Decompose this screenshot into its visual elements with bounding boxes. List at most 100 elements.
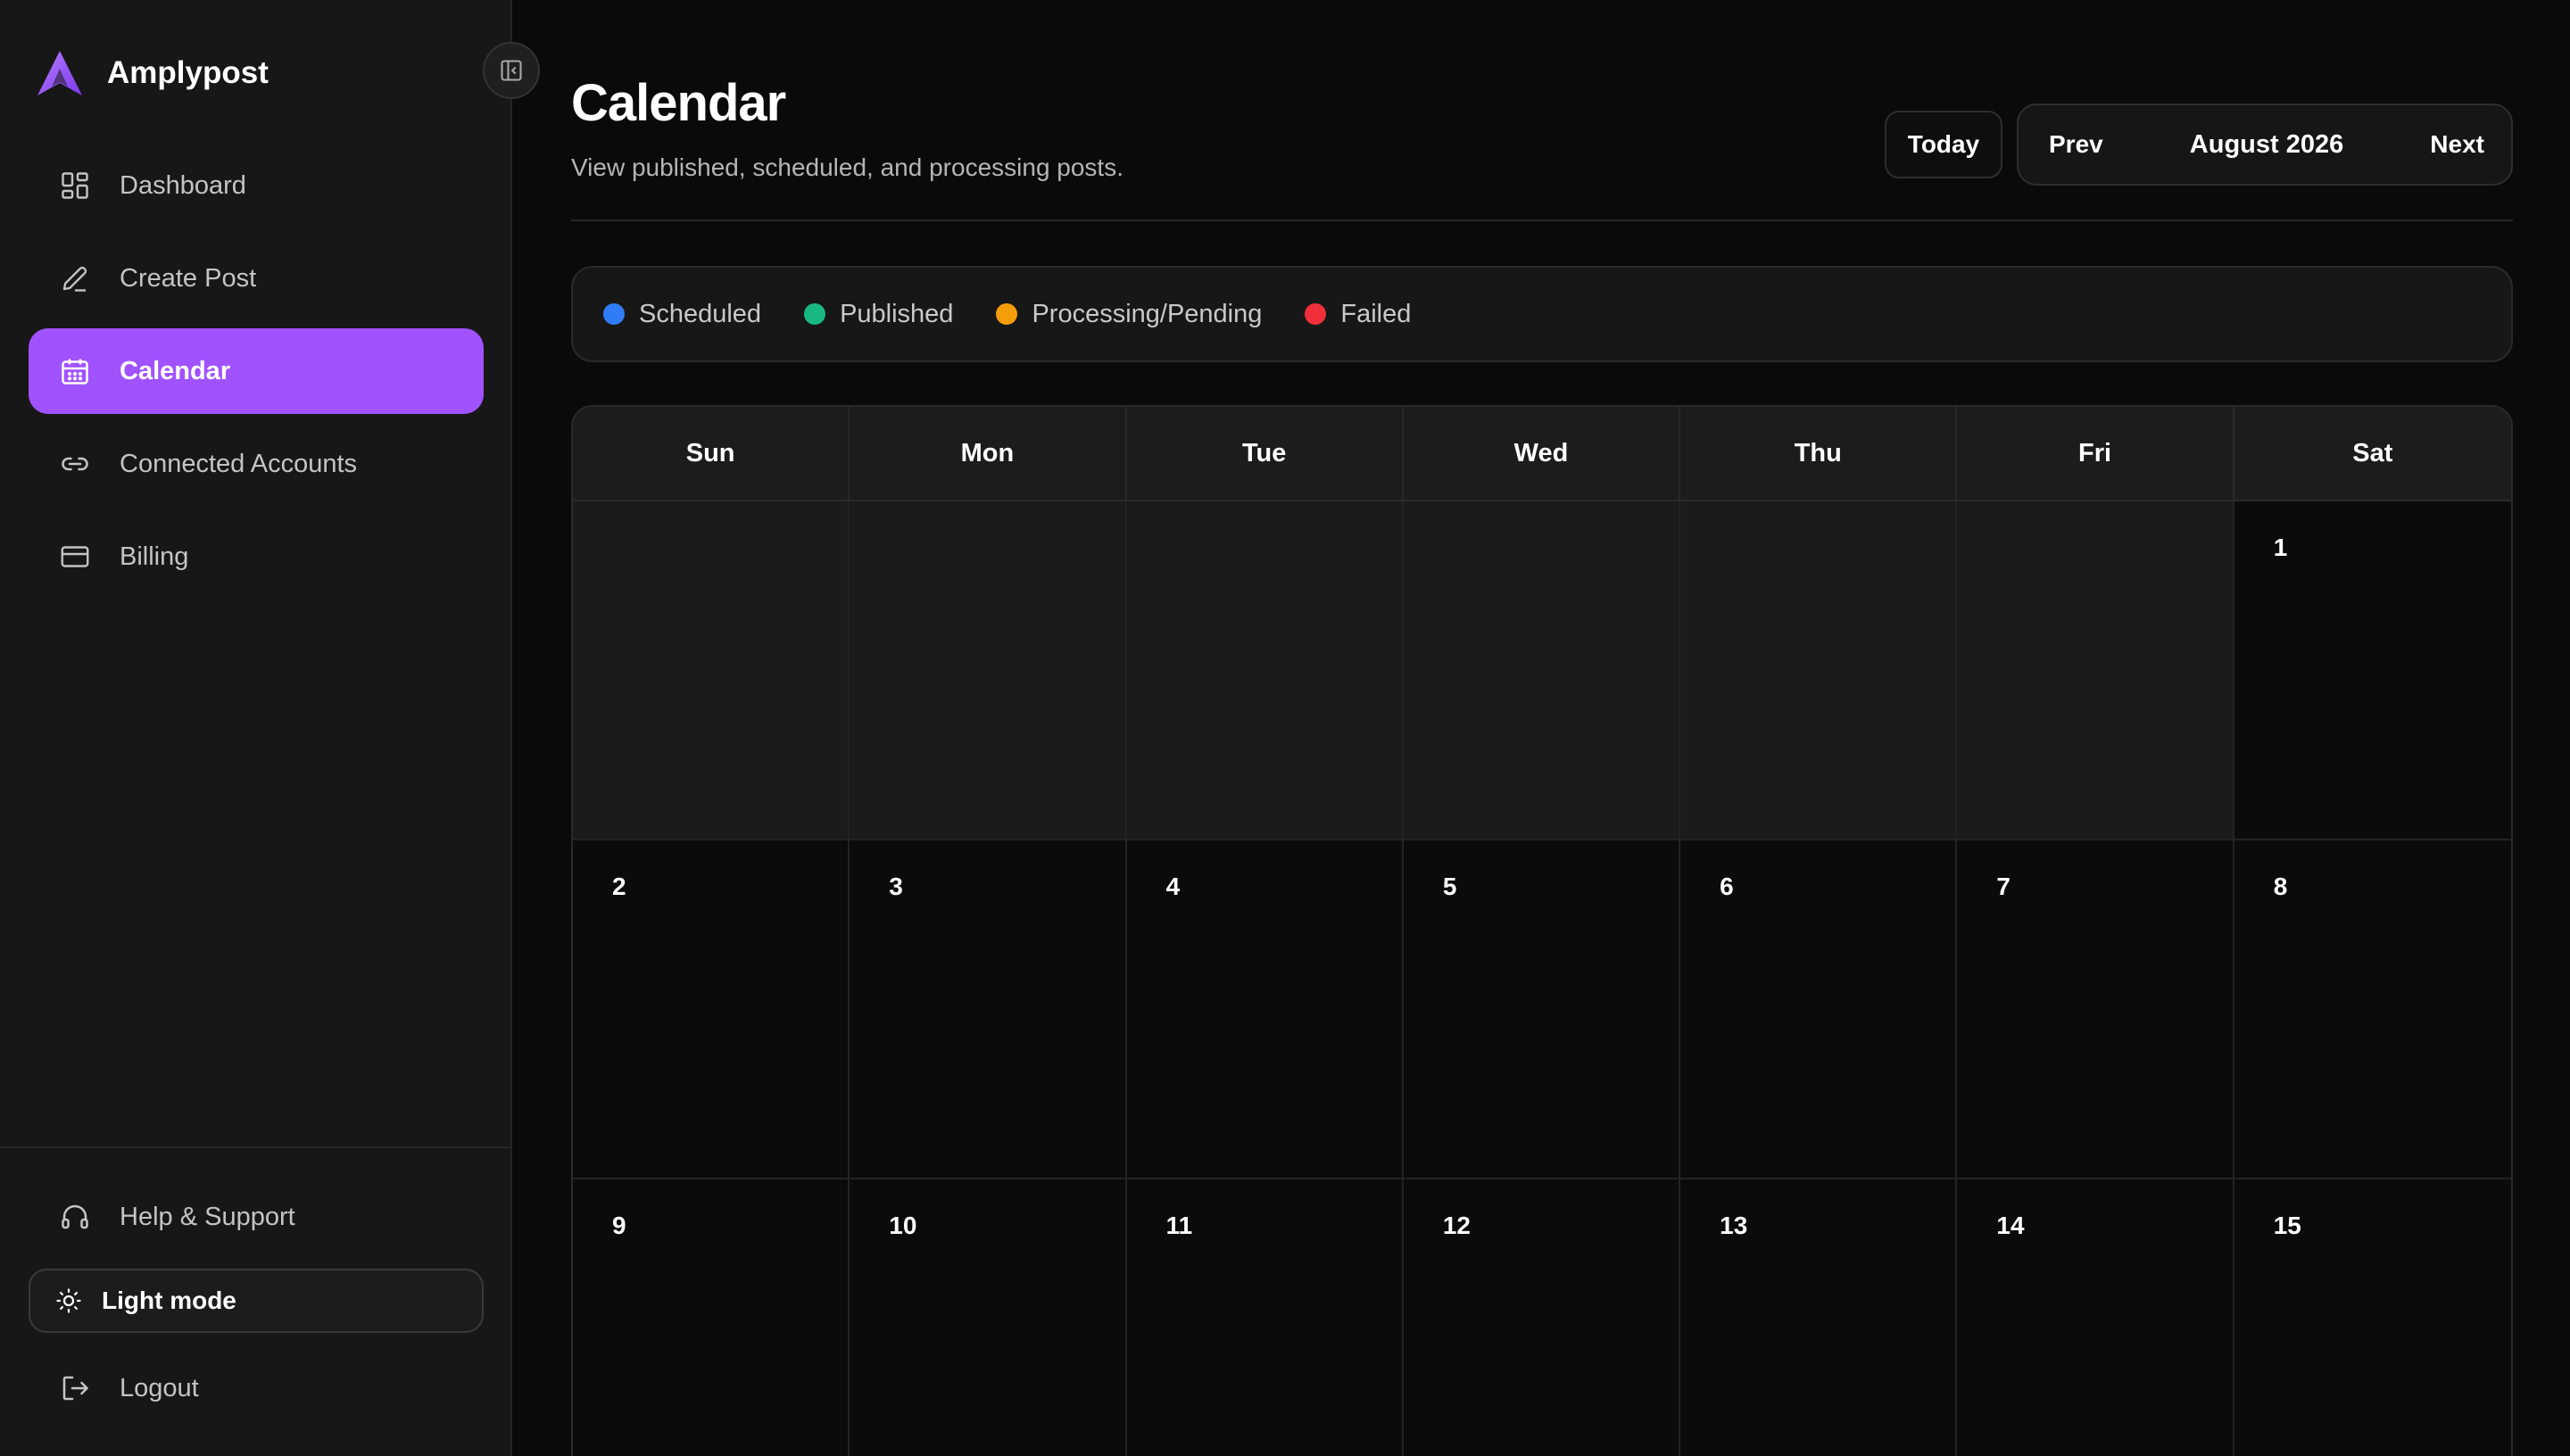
- calendar-day-empty: [850, 501, 1127, 840]
- page-title: Calendar: [571, 74, 786, 132]
- processing-dot-icon: [996, 303, 1018, 325]
- prev-month-button[interactable]: Prev: [2049, 130, 2103, 159]
- sidebar-item-calendar[interactable]: Calendar: [29, 328, 484, 414]
- main-content: Calendar View published, scheduled, and …: [571, 0, 2513, 1456]
- calendar-day-cell[interactable]: 9: [573, 1179, 850, 1456]
- day-number: 1: [2273, 534, 2288, 561]
- day-number: 9: [612, 1212, 626, 1239]
- month-navigation: Prev August 2026 Next: [2017, 103, 2513, 186]
- day-number: 15: [2273, 1212, 2301, 1239]
- calendar-day-cell[interactable]: 13: [1680, 1179, 1958, 1456]
- sidebar-item-create-post[interactable]: Create Post: [29, 236, 484, 321]
- day-number: 4: [1165, 873, 1181, 900]
- help-support-button[interactable]: Help & Support: [29, 1174, 484, 1260]
- calendar-day-cell[interactable]: 7: [1957, 840, 2234, 1179]
- calendar-icon: [57, 353, 93, 389]
- legend-item-scheduled: Scheduled: [603, 300, 761, 329]
- page-subtitle: View published, scheduled, and processin…: [571, 153, 1123, 181]
- calendar-day-cell[interactable]: 11: [1126, 1179, 1404, 1456]
- help-support-label: Help & Support: [120, 1202, 295, 1231]
- sidebar-item-label: Calendar: [120, 356, 231, 385]
- today-button[interactable]: Today: [1885, 111, 2002, 178]
- light-mode-label: Light mode: [102, 1286, 236, 1314]
- calendar-day-cell[interactable]: 15: [2234, 1179, 2511, 1456]
- amplypost-logo-icon: [37, 51, 82, 95]
- weekday-wed: Wed: [1404, 407, 1681, 500]
- sidebar-item-label: Create Post: [120, 263, 257, 293]
- calendar-day-cell[interactable]: 8: [2234, 840, 2511, 1179]
- legend-label: Failed: [1340, 299, 1412, 328]
- published-dot-icon: [804, 303, 826, 325]
- brand[interactable]: Amplypost: [36, 46, 269, 100]
- calendar-day-empty: [1957, 501, 2234, 840]
- calendar-day-cell[interactable]: 14: [1957, 1179, 2234, 1456]
- weekday-sun: Sun: [573, 407, 850, 500]
- legend-label: Processing/Pending: [1032, 299, 1263, 328]
- calendar-day-empty: [1126, 501, 1404, 840]
- sidebar-collapse-button[interactable]: [483, 42, 540, 99]
- status-legend: Scheduled Published Processing/Pending F…: [571, 266, 2513, 362]
- calendar-day-cell[interactable]: 3: [850, 840, 1127, 1179]
- sidebar-nav: Dashboard Create Post Calendar Connected…: [29, 143, 484, 607]
- next-month-button[interactable]: Next: [2430, 130, 2484, 159]
- sidebar-collapse-icon: [501, 60, 522, 81]
- legend-label: Scheduled: [639, 299, 762, 328]
- legend-item-published: Published: [804, 300, 953, 329]
- weekday-sat: Sat: [2352, 438, 2393, 467]
- sidebar-divider: [0, 1146, 510, 1148]
- day-number: 7: [1996, 873, 2010, 900]
- scheduled-dot-icon: [603, 303, 625, 325]
- calendar-day-empty: [573, 501, 850, 840]
- calendar-day-cell[interactable]: 1: [2234, 501, 2511, 840]
- help-support-section: Help & Support: [29, 1174, 484, 1267]
- day-number: 6: [1720, 873, 1734, 900]
- sidebar-item-dashboard[interactable]: Dashboard: [29, 143, 484, 228]
- calendar-grid: Sun Mon Tue Wed Thu Fri Sat 1 2 3 4 5 6 7 8 9 10 1…: [571, 405, 2513, 1456]
- sidebar-item-connected-accounts[interactable]: Connected Accounts: [29, 421, 484, 507]
- day-cells: 1 2 3 4 5 6 7 8 9 10 11 12 13 14 15: [573, 501, 2511, 1456]
- day-number: 13: [1720, 1212, 1748, 1239]
- pencil-icon: [57, 261, 93, 296]
- light-mode-toggle[interactable]: Light mode: [29, 1269, 484, 1333]
- weekday-thu: Thu: [1680, 407, 1958, 500]
- logout-section: Logout: [29, 1345, 484, 1438]
- calendar-day-cell[interactable]: 2: [573, 840, 850, 1179]
- calendar-day-cell[interactable]: 12: [1403, 1179, 1681, 1456]
- logout-button[interactable]: Logout: [29, 1345, 484, 1431]
- calendar-day-cell[interactable]: 6: [1680, 840, 1958, 1179]
- logout-label: Logout: [120, 1373, 199, 1402]
- day-number: 5: [1442, 873, 1457, 900]
- calendar-day-cell[interactable]: 5: [1403, 840, 1681, 1179]
- calendar-day-cell[interactable]: 4: [1126, 840, 1404, 1179]
- app-root: Amplypost Dashboard Create Post Calendar…: [0, 0, 2570, 1456]
- failed-dot-icon: [1305, 303, 1327, 325]
- day-number: 12: [1442, 1212, 1471, 1239]
- legend-item-failed: Failed: [1305, 300, 1411, 329]
- credit-card-icon: [57, 539, 93, 575]
- brand-name: Amplypost: [107, 55, 269, 90]
- legend-item-processing: Processing/Pending: [996, 300, 1262, 329]
- current-month-label: August 2026: [2189, 129, 2344, 159]
- calendar-day-cell[interactable]: 10: [850, 1179, 1127, 1456]
- sidebar-item-label: Billing: [120, 542, 189, 571]
- weekday-fri: Fri: [1957, 407, 2234, 500]
- day-number: 10: [889, 1212, 917, 1239]
- calendar-day-empty: [1403, 501, 1681, 840]
- sun-icon: [54, 1286, 84, 1316]
- link-icon: [57, 446, 93, 482]
- dashboard-icon: [57, 168, 93, 203]
- legend-label: Published: [840, 299, 954, 328]
- day-number: 3: [889, 873, 903, 900]
- sidebar-item-label: Dashboard: [120, 170, 246, 200]
- weekday-mon: Mon: [850, 407, 1127, 500]
- weekday-header-row: Sun Mon Tue Wed Thu Fri Sat: [573, 407, 2511, 501]
- day-number: 2: [612, 873, 626, 900]
- sidebar: Amplypost Dashboard Create Post Calendar…: [0, 0, 512, 1456]
- weekday-tue: Tue: [1127, 407, 1404, 500]
- day-number: 14: [1996, 1212, 2025, 1239]
- sidebar-item-billing[interactable]: Billing: [29, 514, 484, 600]
- logout-icon: [57, 1370, 93, 1406]
- day-number: 8: [2273, 873, 2288, 900]
- header-divider: [571, 219, 2513, 221]
- sidebar-item-label: Connected Accounts: [120, 449, 358, 478]
